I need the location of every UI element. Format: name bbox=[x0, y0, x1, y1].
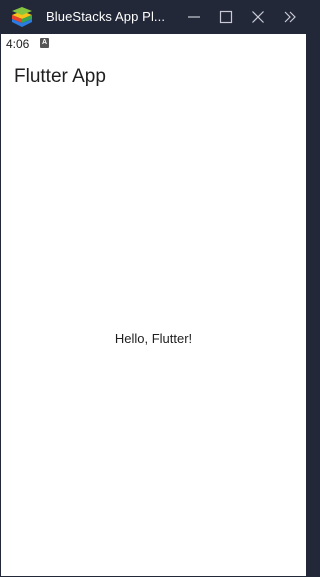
bluestacks-logo-icon bbox=[12, 7, 32, 27]
close-icon bbox=[252, 11, 264, 23]
app-bar: Flutter App bbox=[1, 54, 306, 100]
window-title: BlueStacks App Pl... bbox=[46, 9, 166, 24]
expand-sidebar-button[interactable] bbox=[277, 5, 303, 29]
app-bar-title: Flutter App bbox=[14, 66, 106, 87]
bluestacks-window: BlueStacks App Pl... 4:06 A Flutter App … bbox=[0, 0, 307, 577]
double-chevron-right-icon bbox=[284, 11, 296, 23]
maximize-button[interactable] bbox=[213, 5, 239, 29]
maximize-icon bbox=[219, 10, 233, 24]
status-time: 4:06 bbox=[6, 37, 30, 51]
android-screen[interactable]: 4:06 A Flutter App Hello, Flutter! bbox=[1, 34, 306, 576]
status-bar: 4:06 A bbox=[1, 34, 306, 54]
minimize-icon bbox=[188, 16, 200, 18]
title-bar[interactable]: BlueStacks App Pl... bbox=[0, 0, 307, 34]
a-letter-icon: A bbox=[40, 38, 49, 48]
hello-text: Hello, Flutter! bbox=[114, 331, 193, 346]
minimize-button[interactable] bbox=[181, 5, 207, 29]
close-button[interactable] bbox=[245, 5, 271, 29]
